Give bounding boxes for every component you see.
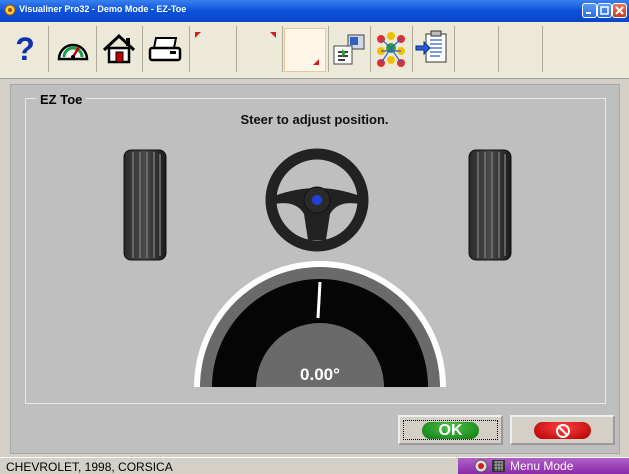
right-tire (468, 149, 512, 261)
camera-icon (474, 459, 488, 473)
ok-button[interactable]: OK (398, 415, 503, 445)
cancel-button[interactable] (510, 415, 615, 445)
ok-pill: OK (422, 422, 479, 439)
keypad-icon (492, 460, 505, 472)
mode-label: Menu Mode (510, 459, 574, 473)
mode-indicator: Menu Mode (458, 458, 629, 474)
vehicle-info: CHEVROLET, 1998, CORSICA (6, 460, 173, 474)
status-bar: CHEVROLET, 1998, CORSICA Menu Mode (0, 457, 629, 474)
no-icon (556, 424, 570, 438)
gauge-needle (316, 281, 322, 319)
gauge-value: 0.00° (300, 365, 340, 384)
ok-label: OK (438, 422, 463, 439)
alignment-graphic (123, 148, 512, 387)
cancel-pill (534, 422, 591, 439)
steering-wheel (265, 148, 369, 252)
center-dot-icon (312, 195, 322, 205)
left-tire (123, 149, 167, 261)
